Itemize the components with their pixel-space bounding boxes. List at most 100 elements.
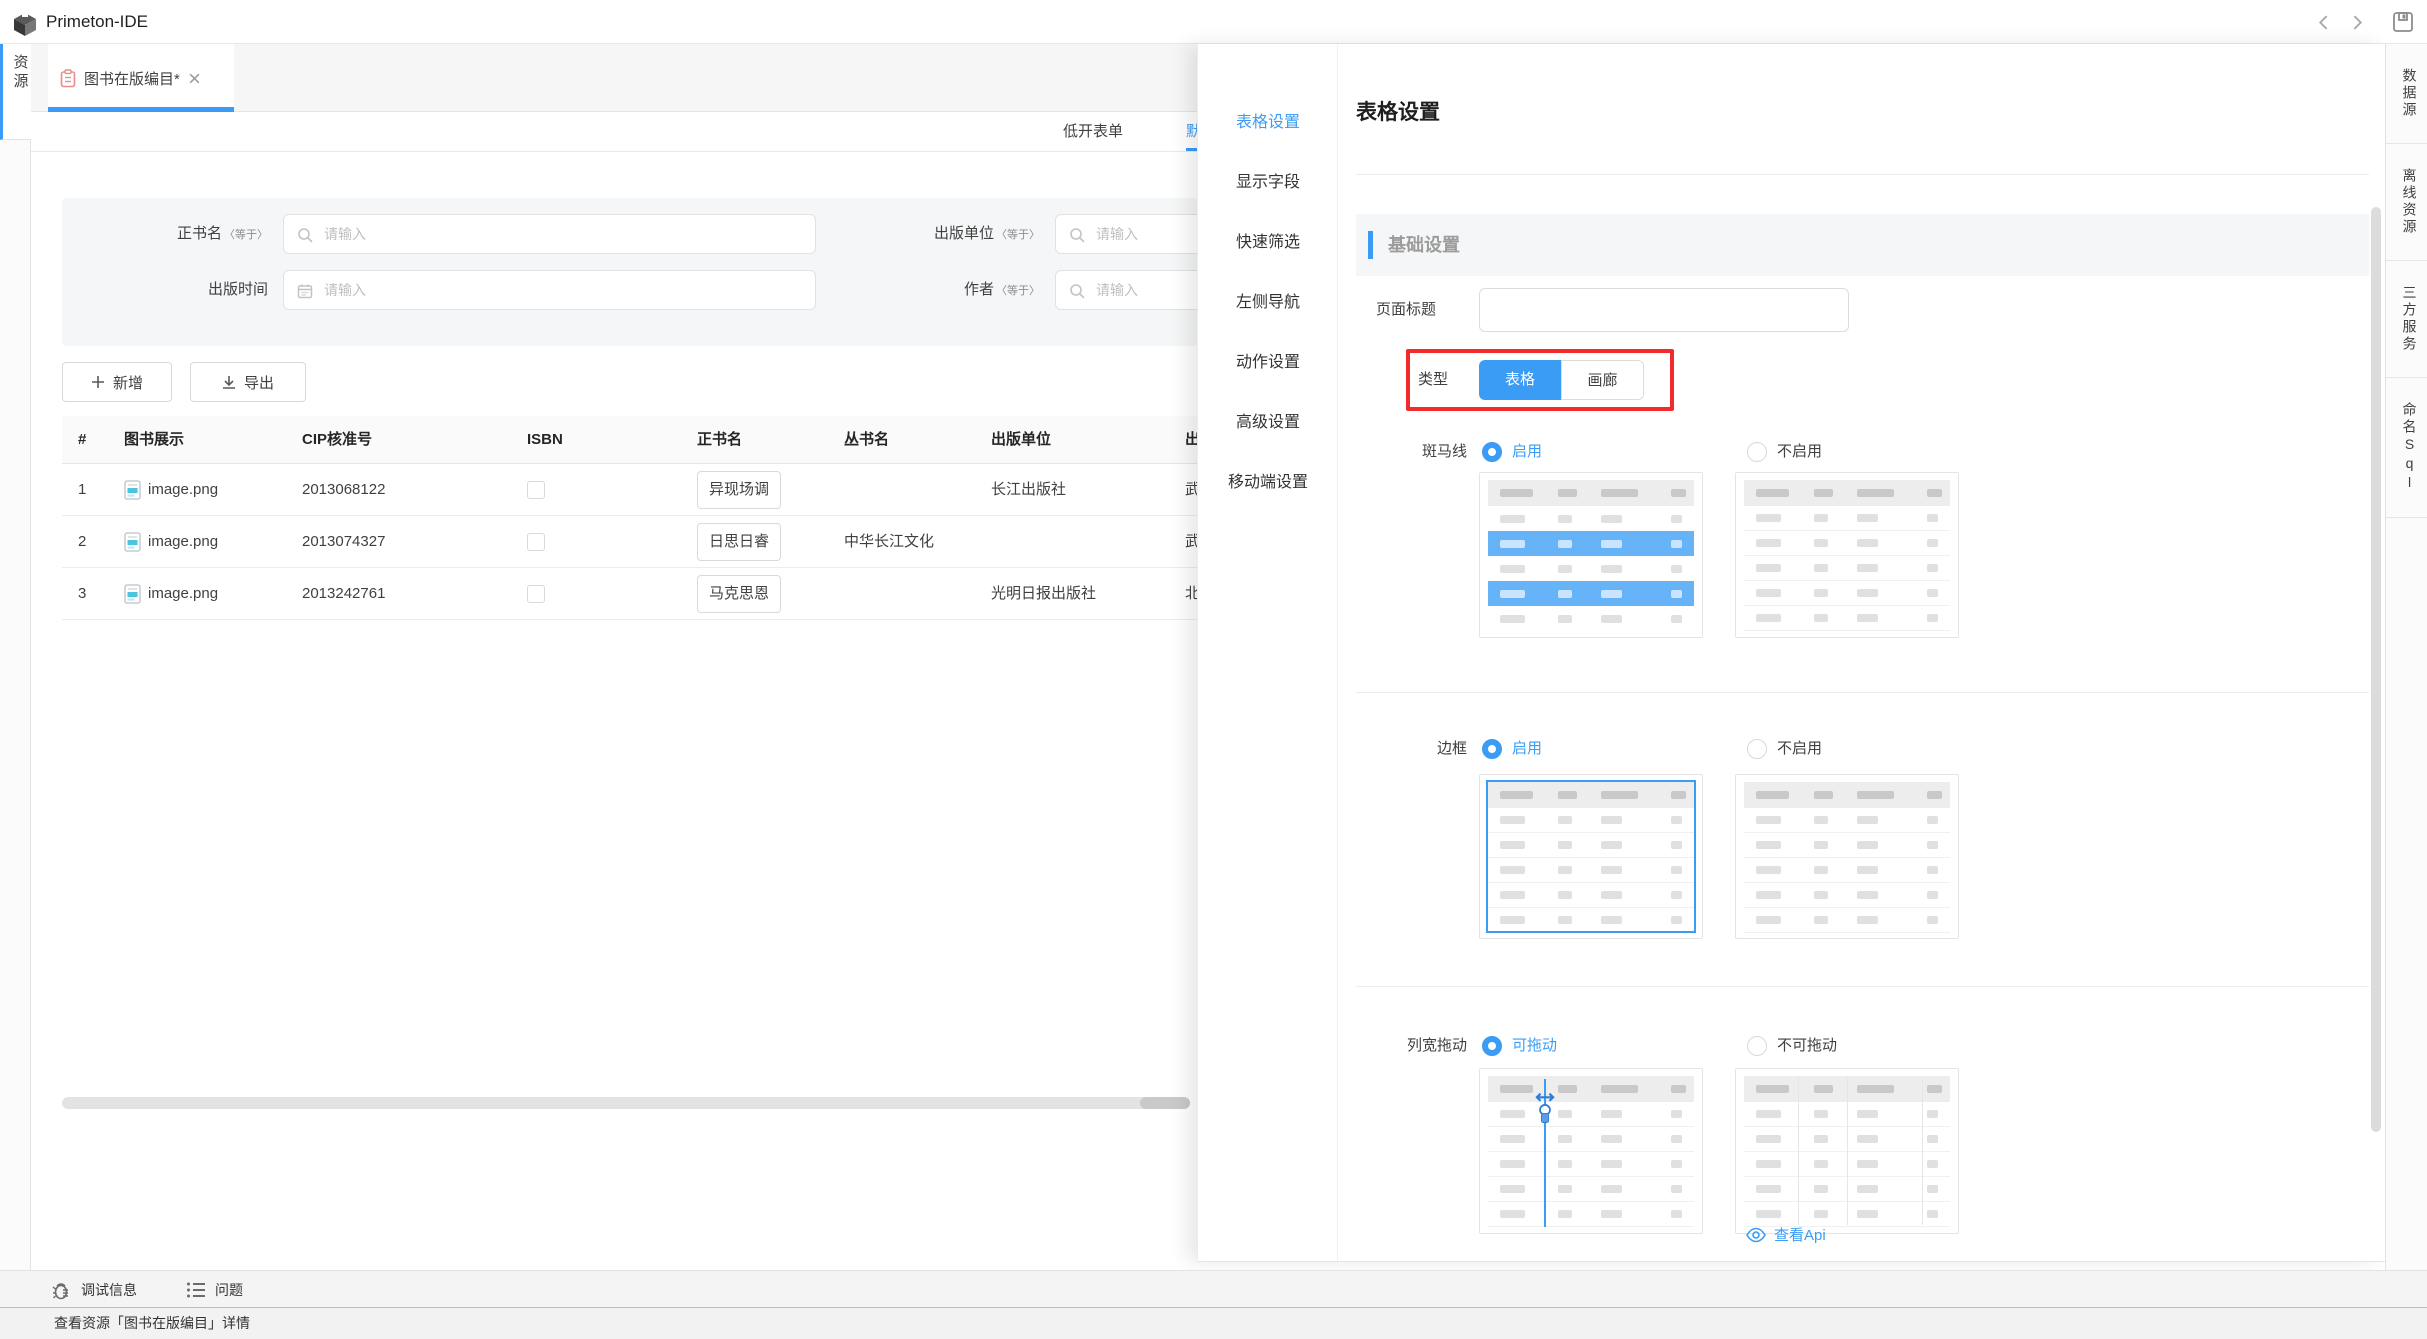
rail-item-third-party-services[interactable]: 三方服务 (2386, 261, 2427, 378)
eye-icon (1746, 1227, 1766, 1243)
horizontal-scrollbar-thumb[interactable] (1140, 1097, 1190, 1109)
menu-item-left-nav[interactable]: 左侧导航 (1198, 280, 1338, 326)
debug-icon (52, 1280, 72, 1300)
menu-item-mobile[interactable]: 移动端设置 (1198, 460, 1338, 506)
books-table: # 图书展示 CIP核准号 ISBN 正书名 丛书名 出版单位 出版地 1 im… (62, 416, 1242, 620)
close-icon[interactable] (188, 72, 201, 85)
book-title-input-wrap (283, 214, 816, 254)
zebra-label: 斑马线 (1356, 432, 1467, 472)
section-accent-bar (1368, 231, 1373, 259)
list-icon (186, 1281, 206, 1299)
bottom-toolbar: 调试信息 问题 (0, 1270, 2427, 1307)
drag-off-radio[interactable] (1747, 1036, 1767, 1056)
panel-title: 表格设置 (1356, 96, 1440, 126)
save-icon[interactable] (2392, 11, 2414, 33)
border-on-label[interactable]: 启用 (1512, 729, 1542, 769)
title-tag-button[interactable]: 日思日睿 (697, 523, 781, 561)
menu-item-table-settings[interactable]: 表格设置 (1198, 100, 1338, 146)
table-row[interactable]: 2 image.png 2013074327 日思日睿 中华长江文化 武汉 (62, 516, 1242, 568)
right-rail: 数据源 离线资源 三方服务 命名Sql (2385, 44, 2427, 1270)
drag-off-preview (1735, 1068, 1959, 1234)
document-icon (60, 69, 76, 88)
image-file-icon (124, 480, 141, 500)
sidebar-item-resources[interactable]: 资源 (0, 44, 31, 140)
problems-button[interactable]: 问题 (186, 1271, 243, 1308)
nav-back-icon[interactable] (2318, 14, 2329, 31)
menu-item-quick-filter[interactable]: 快速筛选 (1198, 220, 1338, 266)
book-title-input[interactable] (284, 215, 815, 253)
page-title-label: 页面标题 (1376, 288, 1436, 332)
table-header-row: # 图书展示 CIP核准号 ISBN 正书名 丛书名 出版单位 出版地 (62, 416, 1242, 464)
settings-menu: 表格设置 显示字段 快速筛选 左侧导航 动作设置 高级设置 移动端设置 (1198, 44, 1338, 1261)
view-api-link[interactable]: 查看Api (1746, 1224, 1826, 1245)
left-rail: 资源 (0, 44, 31, 1270)
rail-item-offline-resources[interactable]: 离线资源 (2386, 144, 2427, 261)
col-book-image: 图书展示 (108, 416, 286, 463)
field-label-publisher: 出版单位〈等于〉 (840, 214, 1040, 254)
field-label-book-title: 正书名〈等于〉 (68, 214, 268, 254)
rail-item-named-sql[interactable]: 命名Sql (2386, 378, 2427, 518)
plus-icon (91, 375, 105, 389)
download-icon (222, 375, 236, 389)
page-title-input[interactable] (1479, 288, 1849, 332)
checkbox[interactable] (527, 533, 545, 551)
section-basic-settings: 基础设置 (1356, 214, 2369, 276)
type-option-table[interactable]: 表格 (1479, 360, 1561, 400)
zebra-off-radio[interactable] (1747, 442, 1767, 462)
type-label: 类型 (1418, 360, 1448, 400)
title-tag-button[interactable]: 异现场调 (697, 471, 781, 509)
zebra-on-radio[interactable] (1482, 442, 1502, 462)
add-button[interactable]: 新增 (62, 362, 172, 402)
image-cell[interactable]: image.png (108, 568, 286, 619)
zebra-on-label[interactable]: 启用 (1512, 432, 1542, 472)
border-on-preview (1479, 774, 1703, 939)
table-settings-panel: 表格设置 显示字段 快速筛选 左侧导航 动作设置 高级设置 移动端设置 表格设置… (1197, 44, 2385, 1262)
image-cell[interactable]: image.png (108, 464, 286, 515)
col-cip: CIP核准号 (286, 416, 511, 463)
checkbox[interactable] (527, 585, 545, 603)
view-tabs-divider (31, 151, 1197, 152)
border-on-radio[interactable] (1482, 739, 1502, 759)
debug-info-button[interactable]: 调试信息 (52, 1271, 137, 1308)
tab-label: 图书在版编目* (84, 68, 180, 89)
zebra-on-preview (1479, 472, 1703, 638)
menu-item-action-settings[interactable]: 动作设置 (1198, 340, 1338, 386)
border-setting-row: 边框 启用 不启用 (1356, 729, 2216, 769)
zebra-off-label[interactable]: 不启用 (1777, 432, 1822, 472)
drag-off-label[interactable]: 不可拖动 (1777, 1026, 1837, 1066)
export-button[interactable]: 导出 (190, 362, 306, 402)
title-tag-button[interactable]: 马克思恩 (697, 575, 781, 613)
app-logo-icon (12, 11, 38, 37)
table-row[interactable]: 3 image.png 2013242761 马克思恩 光明日报出版社 北京 (62, 568, 1242, 620)
image-file-icon (124, 532, 141, 552)
drag-on-label[interactable]: 可拖动 (1512, 1026, 1557, 1066)
tab-book-cataloging[interactable]: 图书在版编目* (48, 44, 234, 112)
app-window: Primeton-IDE 资源 图书在版编目* 低开表单 默 (0, 0, 2427, 1339)
drag-on-preview (1479, 1068, 1703, 1234)
col-isbn: ISBN (511, 416, 681, 463)
divider (1356, 986, 2369, 987)
view-tab-low-code-form[interactable]: 低开表单 (1063, 112, 1123, 152)
horizontal-scrollbar[interactable] (62, 1097, 1190, 1109)
menu-item-display-fields[interactable]: 显示字段 (1198, 160, 1338, 206)
active-tab-underline (48, 107, 234, 112)
col-index: # (62, 416, 108, 463)
drag-on-radio[interactable] (1482, 1036, 1502, 1056)
rail-item-data-source[interactable]: 数据源 (2386, 44, 2427, 144)
border-off-radio[interactable] (1747, 739, 1767, 759)
settings-scrollbar[interactable] (2371, 207, 2381, 1132)
checkbox[interactable] (527, 481, 545, 499)
drag-setting-row: 列宽拖动 可拖动 不可拖动 (1356, 1026, 2216, 1066)
type-option-gallery[interactable]: 画廊 (1561, 360, 1644, 400)
status-bar: 查看资源「图书在版编目」详情 (0, 1307, 2427, 1339)
table-row[interactable]: 1 image.png 2013068122 异现场调 长江出版社 武汉 (62, 464, 1242, 516)
menu-item-advanced[interactable]: 高级设置 (1198, 400, 1338, 446)
sidebar-item-resources-label: 资源 (10, 54, 25, 92)
image-file-icon (124, 584, 141, 604)
publish-date-input[interactable] (284, 271, 815, 309)
image-cell[interactable]: image.png (108, 516, 286, 567)
app-title: Primeton-IDE (46, 0, 148, 43)
nav-forward-icon[interactable] (2352, 14, 2363, 31)
divider (1356, 174, 2369, 175)
border-off-label[interactable]: 不启用 (1777, 729, 1822, 769)
